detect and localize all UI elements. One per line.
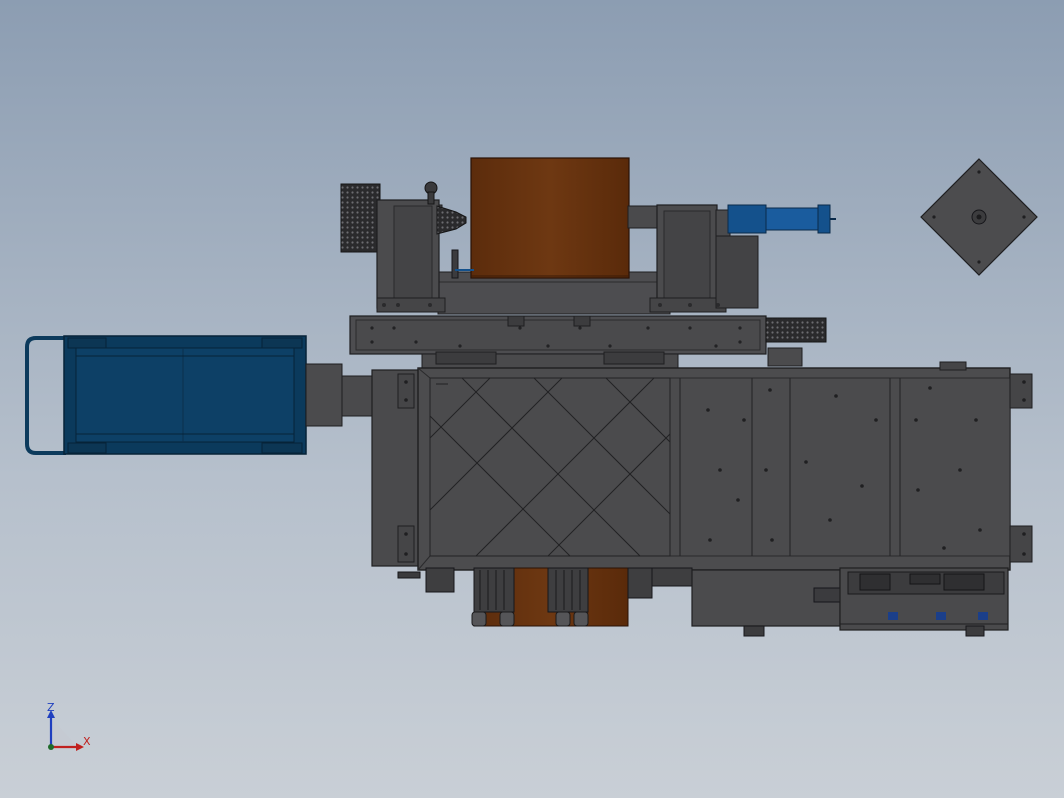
control-unit [839, 567, 1009, 637]
z-axis-label: Z [47, 701, 55, 714]
machine-assembly-drawing: Z X [25, 157, 1038, 751]
x-axis-label: X [83, 735, 91, 748]
loading-cart [25, 335, 375, 455]
copper-roll-top [470, 157, 630, 279]
unwind-assembly [340, 157, 836, 315]
guide-beam [349, 315, 827, 369]
tension-cone-left [436, 205, 467, 235]
triad-origin [48, 744, 54, 750]
knurled-handwheel-left [340, 183, 381, 253]
rotated-mounting-plate [920, 158, 1038, 276]
lower-assembly [397, 567, 1009, 637]
cad-viewport[interactable]: Z X [0, 0, 1064, 798]
axis-triad: Z X [47, 701, 91, 751]
knurled-roller-right [765, 317, 827, 343]
main-frame [371, 361, 1033, 571]
pneumatic-actuator [727, 204, 836, 234]
